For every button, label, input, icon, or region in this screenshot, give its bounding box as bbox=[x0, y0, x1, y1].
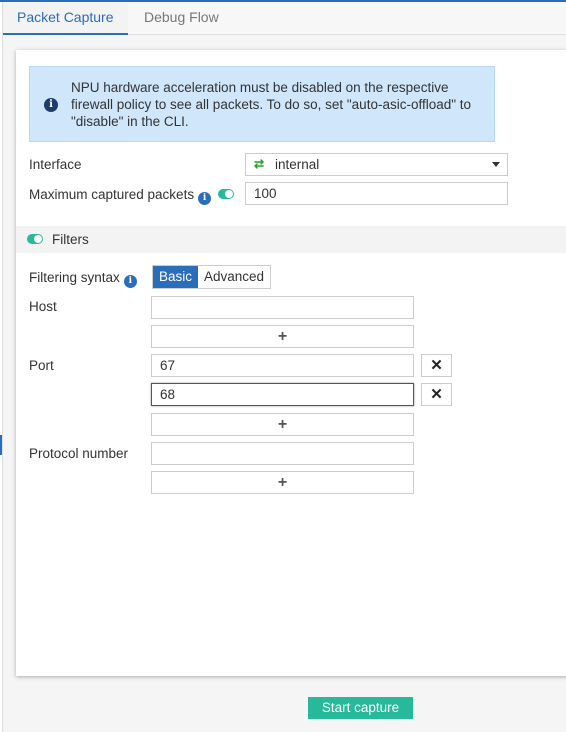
info-icon[interactable]: i bbox=[198, 192, 212, 205]
max-packets-input[interactable]: 100 bbox=[245, 182, 508, 205]
max-packets-text: Maximum captured packets bbox=[29, 187, 195, 202]
notice-text: NPU hardware acceleration must be disabl… bbox=[71, 80, 472, 129]
add-port-button[interactable]: + bbox=[151, 413, 414, 436]
add-host-button[interactable]: + bbox=[151, 325, 414, 348]
protocol-label: Protocol number bbox=[29, 446, 129, 461]
interface-label: Interface bbox=[29, 157, 82, 172]
host-input[interactable] bbox=[151, 296, 414, 319]
filters-toggle[interactable] bbox=[27, 234, 43, 244]
filters-label: Filters bbox=[52, 232, 89, 247]
interface-value: internal bbox=[275, 157, 320, 172]
start-capture-button[interactable]: Start capture bbox=[308, 697, 413, 719]
info-icon[interactable]: i bbox=[123, 275, 137, 288]
info-icon: i bbox=[44, 98, 58, 112]
host-label: Host bbox=[29, 299, 57, 314]
tab-debug-flow[interactable]: Debug Flow bbox=[130, 2, 233, 35]
syntax-basic-button[interactable]: Basic bbox=[153, 266, 199, 288]
protocol-input[interactable] bbox=[151, 442, 414, 465]
tab-bar: Packet Capture Debug Flow bbox=[3, 2, 566, 35]
interface-select[interactable]: ⇄ internal bbox=[245, 153, 508, 176]
filtering-syntax-label: Filtering syntax i bbox=[29, 270, 137, 288]
filters-header bbox=[16, 226, 566, 253]
port-input[interactable]: 68 bbox=[151, 383, 414, 406]
add-protocol-button[interactable]: + bbox=[151, 471, 414, 494]
max-packets-toggle[interactable] bbox=[218, 189, 234, 199]
max-packets-label: Maximum captured packets i bbox=[29, 187, 212, 205]
syntax-toggle: Basic Advanced bbox=[152, 265, 272, 289]
remove-port-button[interactable]: ✕ bbox=[421, 383, 452, 406]
shuffle-icon: ⇄ bbox=[254, 157, 265, 171]
left-divider bbox=[2, 2, 3, 732]
npu-notice: i NPU hardware acceleration must be disa… bbox=[29, 66, 495, 142]
tab-packet-capture[interactable]: Packet Capture bbox=[3, 2, 128, 35]
chevron-down-icon bbox=[492, 162, 500, 167]
left-indicator bbox=[0, 435, 2, 455]
port-input[interactable]: 67 bbox=[151, 354, 414, 377]
port-label: Port bbox=[29, 358, 54, 373]
filtering-syntax-text: Filtering syntax bbox=[29, 270, 120, 285]
syntax-advanced-button[interactable]: Advanced bbox=[198, 266, 270, 288]
remove-port-button[interactable]: ✕ bbox=[421, 354, 452, 377]
